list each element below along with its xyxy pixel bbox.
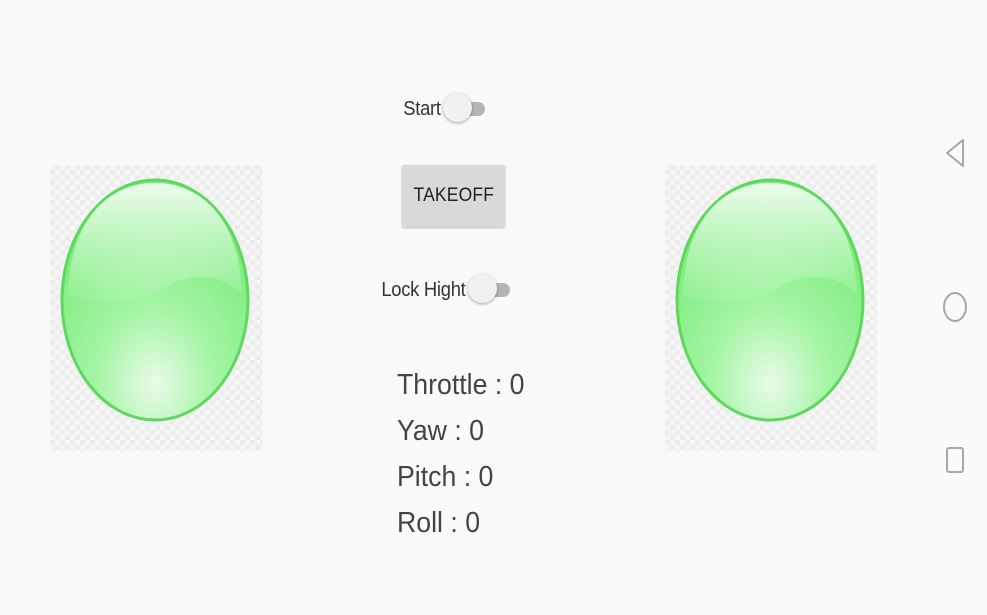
start-switch-thumb: [442, 93, 472, 122]
lock-height-label: Lock Hight: [381, 278, 466, 301]
left-joystick-knob[interactable]: [60, 177, 250, 423]
left-joystick-area[interactable]: [50, 165, 262, 451]
throttle-value: Throttle : 0: [397, 369, 525, 401]
start-switch[interactable]: [442, 92, 489, 126]
recents-button[interactable]: [939, 443, 975, 479]
joystick-knob-icon: [60, 178, 250, 422]
telemetry-panel: Throttle : 0 Yaw : 0 Pitch : 0 Roll : 0: [397, 366, 536, 550]
right-joystick-knob[interactable]: [675, 177, 865, 423]
lock-height-switch-thumb: [467, 274, 497, 303]
pitch-value: Pitch : 0: [397, 461, 494, 493]
takeoff-button[interactable]: TAKEOFF: [402, 165, 505, 227]
app-screen: Start TAKEOFF Lock Hight Throttle : 0 Ya…: [0, 0, 987, 615]
joystick-knob-icon: [675, 178, 865, 422]
navigation-bar: [927, 0, 987, 615]
lock-height-toggle-row: Lock Hight: [374, 272, 514, 308]
back-triangle-icon: [946, 139, 964, 167]
yaw-value: Yaw : 0: [397, 415, 484, 447]
lock-height-switch[interactable]: [467, 273, 514, 307]
right-joystick-area[interactable]: [665, 165, 877, 451]
back-button[interactable]: [939, 135, 975, 171]
recents-square-icon: [946, 447, 964, 473]
home-button[interactable]: [939, 289, 975, 325]
takeoff-button-label: TAKEOFF: [413, 185, 494, 206]
home-circle-icon: [943, 292, 967, 322]
start-toggle-row: Start: [400, 91, 489, 127]
roll-value: Roll : 0: [397, 507, 481, 539]
start-label: Start: [403, 97, 441, 120]
